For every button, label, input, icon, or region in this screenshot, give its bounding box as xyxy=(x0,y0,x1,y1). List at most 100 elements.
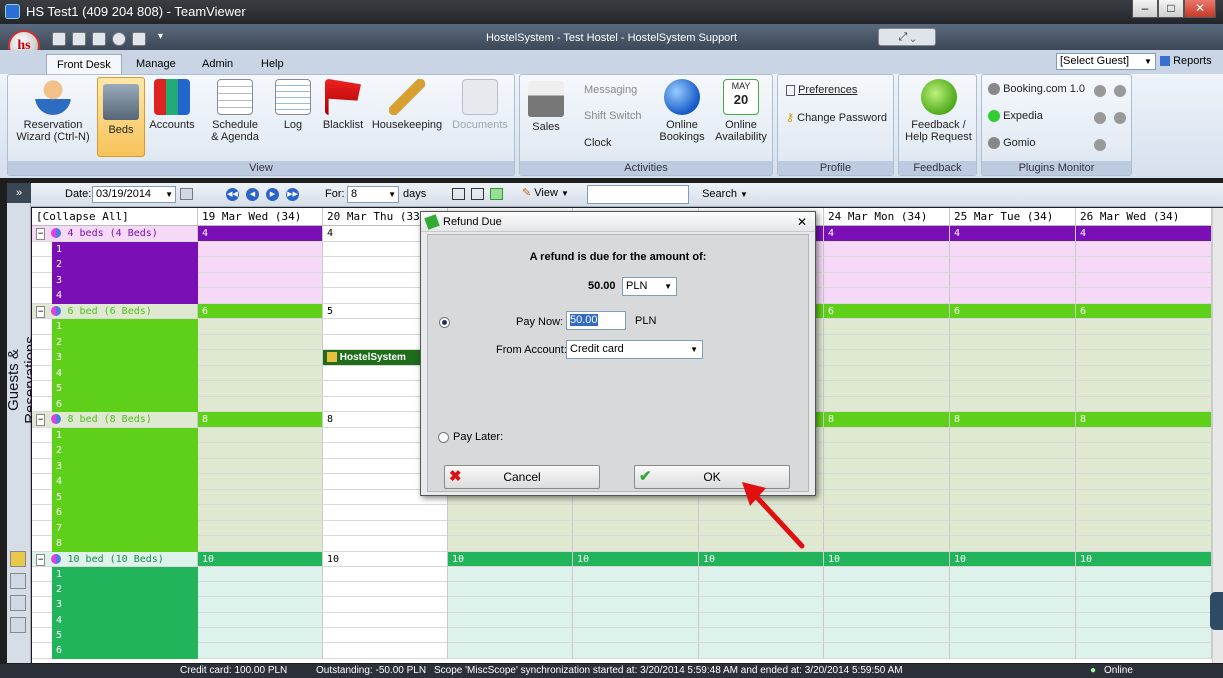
bed-day-cell[interactable] xyxy=(573,536,699,552)
messaging-button[interactable]: Messaging xyxy=(584,84,637,96)
search-button[interactable]: Search ▼ xyxy=(693,185,757,204)
quick-edit-icon[interactable] xyxy=(72,32,86,46)
first-page-icon[interactable]: ◀◀ xyxy=(226,188,239,201)
documents-button[interactable]: Documents xyxy=(448,79,512,131)
bed-day-cell[interactable] xyxy=(950,520,1076,536)
bed-day-cell[interactable] xyxy=(573,597,699,613)
bed-day-cell[interactable] xyxy=(198,350,323,366)
plugin-gomio[interactable]: Gomio xyxy=(988,137,1035,150)
bed-day-cell[interactable] xyxy=(1076,319,1212,335)
clock-button[interactable]: Clock xyxy=(584,137,612,149)
bed-day-cell[interactable] xyxy=(950,582,1076,598)
tab-front-desk[interactable]: Front Desk xyxy=(46,54,122,74)
pay-now-amount-input[interactable]: 50.00 xyxy=(566,311,626,330)
bed-day-cell[interactable] xyxy=(198,427,323,443)
bed-day-cell[interactable] xyxy=(824,365,950,381)
bed-day-cell[interactable] xyxy=(824,643,950,659)
bed-day-cell[interactable] xyxy=(1076,350,1212,366)
tab-admin[interactable]: Admin xyxy=(192,54,243,74)
tab-help[interactable]: Help xyxy=(251,54,294,74)
bed-day-cell[interactable] xyxy=(950,489,1076,505)
cancel-button[interactable]: ✖ Cancel xyxy=(444,465,600,489)
bed-day-cell[interactable] xyxy=(198,257,323,273)
bed-day-cell[interactable] xyxy=(699,597,824,613)
bed-day-cell[interactable] xyxy=(448,536,573,552)
bed-day-cell[interactable] xyxy=(448,520,573,536)
info-icon[interactable] xyxy=(1094,85,1106,97)
bed-day-cell[interactable] xyxy=(198,288,323,304)
bed-day-cell[interactable] xyxy=(824,597,950,613)
accounts-button[interactable]: Accounts xyxy=(148,79,196,131)
bed-day-cell[interactable] xyxy=(198,505,323,521)
help-icon[interactable] xyxy=(112,32,126,46)
bed-day-cell[interactable] xyxy=(1076,257,1212,273)
bed-day-cell[interactable] xyxy=(1076,582,1212,598)
bed-day-cell[interactable] xyxy=(323,628,448,644)
pay-later-radio[interactable] xyxy=(438,432,449,443)
bed-day-cell[interactable] xyxy=(950,396,1076,412)
bed-day-cell[interactable] xyxy=(1076,396,1212,412)
bed-day-cell[interactable] xyxy=(573,582,699,598)
bed-day-cell[interactable] xyxy=(824,443,950,459)
info-icon[interactable] xyxy=(1094,112,1106,124)
bed-day-cell[interactable] xyxy=(323,536,448,552)
close-icon[interactable]: ✕ xyxy=(797,212,807,232)
bed-day-cell[interactable] xyxy=(1076,458,1212,474)
bed-day-cell[interactable] xyxy=(950,319,1076,335)
search-icon[interactable] xyxy=(10,573,26,589)
blacklist-button[interactable]: Blacklist xyxy=(319,79,367,131)
room-header[interactable]: − 8 bed (8 Beds) xyxy=(32,412,198,428)
info-icon[interactable] xyxy=(1094,139,1106,151)
beds-button[interactable]: Beds xyxy=(97,77,145,157)
previous-icon[interactable]: ◀ xyxy=(246,188,259,201)
collapse-icon[interactable]: − xyxy=(36,414,46,426)
bed-day-cell[interactable] xyxy=(699,566,824,583)
bed-day-cell[interactable] xyxy=(198,474,323,490)
bed-day-cell[interactable] xyxy=(824,612,950,628)
bed-day-cell[interactable] xyxy=(1076,334,1212,350)
bed-day-cell[interactable] xyxy=(448,582,573,598)
plugin-expedia[interactable]: Expedia xyxy=(988,110,1043,123)
bed-day-cell[interactable] xyxy=(1076,288,1212,304)
plugin-booking-com[interactable]: Booking.com 1.0 xyxy=(988,83,1085,96)
bed-day-cell[interactable] xyxy=(1076,427,1212,443)
bed-day-cell[interactable] xyxy=(1076,489,1212,505)
bed-day-cell[interactable] xyxy=(198,458,323,474)
bed-day-cell[interactable] xyxy=(950,643,1076,659)
bed-day-cell[interactable] xyxy=(824,566,950,583)
bed-day-cell[interactable] xyxy=(1076,443,1212,459)
bed-day-cell[interactable] xyxy=(1076,628,1212,644)
bed-day-cell[interactable] xyxy=(950,628,1076,644)
bed-day-cell[interactable] xyxy=(198,582,323,598)
bed-day-cell[interactable] xyxy=(824,474,950,490)
collapse-icon[interactable]: − xyxy=(36,553,46,566)
close-button[interactable]: ✕ xyxy=(1184,0,1216,18)
bed-day-cell[interactable] xyxy=(198,396,323,412)
restore-toggle-icon[interactable]: ⤢ ⌄ xyxy=(878,28,936,46)
from-account-select[interactable]: Credit card ▼ xyxy=(566,340,703,359)
bed-day-cell[interactable] xyxy=(1076,241,1212,257)
bed-day-cell[interactable] xyxy=(448,628,573,644)
bed-day-cell[interactable] xyxy=(1076,643,1212,659)
bed-day-cell[interactable] xyxy=(950,566,1076,583)
next-icon[interactable]: ▶ xyxy=(266,188,279,201)
bed-day-cell[interactable] xyxy=(824,520,950,536)
bed-day-cell[interactable] xyxy=(323,505,448,521)
bed-day-cell[interactable] xyxy=(950,612,1076,628)
bed-day-cell[interactable] xyxy=(950,458,1076,474)
bed-day-cell[interactable] xyxy=(573,643,699,659)
bed-day-cell[interactable] xyxy=(824,257,950,273)
export-icon[interactable] xyxy=(490,188,503,200)
bed-day-cell[interactable] xyxy=(699,582,824,598)
quick-save-icon[interactable] xyxy=(52,32,66,46)
bed-day-cell[interactable] xyxy=(699,643,824,659)
bed-day-cell[interactable] xyxy=(323,612,448,628)
bed-day-cell[interactable] xyxy=(950,350,1076,366)
sales-button[interactable]: Sales xyxy=(526,81,566,133)
bed-day-cell[interactable] xyxy=(824,458,950,474)
bed-day-cell[interactable] xyxy=(198,536,323,552)
bed-day-cell[interactable] xyxy=(1076,474,1212,490)
edit-icon[interactable] xyxy=(10,617,26,633)
bed-day-cell[interactable] xyxy=(950,505,1076,521)
bed-day-cell[interactable] xyxy=(573,505,699,521)
